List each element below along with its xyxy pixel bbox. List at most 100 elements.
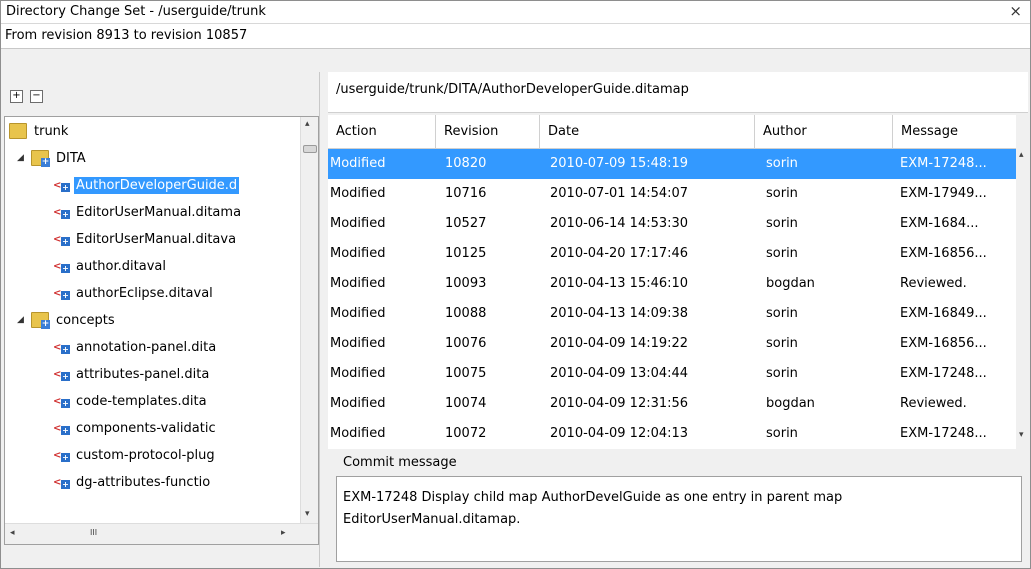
tree-item-label: custom-protocol-plug (76, 447, 215, 463)
cell-action: Modified (330, 156, 386, 171)
cell-action: Modified (330, 336, 386, 351)
column-date[interactable]: Date (540, 115, 755, 148)
table-scroll-down-icon[interactable]: ▾ (1019, 430, 1024, 440)
ditaval-icon: < + (53, 234, 70, 246)
cell-author: sorin (766, 156, 798, 171)
file-tree[interactable]: trunk ◢ + DITA < + AuthorDeveloperGuide.d < + Edi… (4, 116, 319, 545)
tree-item-label: components-validatic (76, 420, 216, 436)
cell-revision: 10076 (445, 336, 487, 351)
cell-message: Reviewed. (900, 396, 967, 411)
scroll-left-icon[interactable]: ◂ (10, 528, 15, 538)
cell-action: Modified (330, 186, 386, 201)
table-row[interactable]: Modified 10820 2010-07-09 15:48:19 sorin EXM… (328, 149, 1016, 179)
commit-message-box[interactable]: EXM-17248 Display child map AuthorDevelG… (336, 476, 1022, 562)
expand-all-icon[interactable]: + (10, 90, 23, 103)
cell-date: 2010-04-20 17:17:46 (550, 246, 689, 261)
tree-item[interactable]: < + attributes-panel.dita (53, 363, 211, 385)
cell-author: sorin (766, 306, 798, 321)
ditaval-icon: < + (53, 261, 70, 273)
dita-icon: < + (53, 342, 70, 354)
cell-action: Modified (330, 396, 386, 411)
table-row[interactable]: Modified 10075 2010-04-09 13:04:44 sorin EXM… (328, 359, 1016, 389)
pane-splitter[interactable] (319, 72, 325, 567)
tree-item[interactable]: < + EditorUserManual.ditama (53, 201, 243, 223)
scroll-down-icon[interactable]: ▾ (305, 509, 310, 519)
window-title: Directory Change Set - /userguide/trunk (6, 4, 266, 19)
tree-item-label: EditorUserManual.ditama (76, 204, 242, 220)
tree-item[interactable]: < + annotation-panel.dita (53, 336, 218, 358)
dita-icon: < + (53, 423, 70, 435)
cell-author: sorin (766, 186, 798, 201)
cell-message: EXM-16856... (900, 246, 987, 261)
tree-item[interactable]: < + dg-attributes-functio (53, 471, 212, 493)
table-row[interactable]: Modified 10093 2010-04-13 15:46:10 bogdan Re… (328, 269, 1016, 299)
table-row[interactable]: Modified 10125 2010-04-20 17:17:46 sorin EXM… (328, 239, 1016, 269)
tree-item-label: concepts (56, 312, 115, 328)
tree-item[interactable]: < + author.ditaval (53, 255, 168, 277)
tree-item-label: author.ditaval (76, 258, 166, 274)
title-bar: Directory Change Set - /userguide/trunk … (1, 1, 1030, 24)
revision-range-label: From revision 8913 to revision 10857 (5, 28, 248, 43)
tree-item[interactable]: < + AuthorDeveloperGuide.d (53, 174, 241, 196)
tree-item[interactable]: < + custom-protocol-plug (53, 444, 217, 466)
table-row[interactable]: Modified 10074 2010-04-09 12:31:56 bogdan Re… (328, 389, 1016, 419)
selected-path: /userguide/trunk/DITA/AuthorDeveloperGui… (336, 82, 689, 97)
tree-item[interactable]: ◢ + concepts (17, 309, 117, 331)
ditamap-icon: < + (53, 180, 70, 192)
cell-message: Reviewed. (900, 276, 967, 291)
column-action[interactable]: Action (328, 115, 436, 148)
tree-item[interactable]: < + authorEclipse.ditaval (53, 282, 215, 304)
tree-scroll-thumb[interactable] (303, 145, 317, 153)
table-header: Action Revision Date Author Message (328, 115, 1016, 149)
table-row[interactable]: Modified 10716 2010-07-01 14:54:07 sorin EXM… (328, 179, 1016, 209)
tree-item-label: DITA (56, 150, 86, 166)
folder-icon (9, 123, 27, 139)
dita-icon: < + (53, 369, 70, 381)
tree-item-label: EditorUserManual.ditava (76, 231, 237, 247)
path-bar: /userguide/trunk/DITA/AuthorDeveloperGui… (328, 72, 1028, 113)
tree-item[interactable]: < + code-templates.dita (53, 390, 209, 412)
tree-horizontal-scrollbar[interactable]: ◂ III ▸ (5, 523, 318, 544)
column-message[interactable]: Message (893, 115, 1016, 148)
cell-action: Modified (330, 276, 386, 291)
cell-revision: 10074 (445, 396, 487, 411)
folder-modified-icon: + (31, 150, 50, 167)
close-icon[interactable]: × (1009, 2, 1022, 20)
cell-revision: 10527 (445, 216, 487, 231)
cell-author: sorin (766, 216, 798, 231)
tree-item[interactable]: ◢ + DITA (17, 147, 88, 169)
table-row[interactable]: Modified 10088 2010-04-13 14:09:38 sorin EXM… (328, 299, 1016, 329)
table-row[interactable]: Modified 10076 2010-04-09 14:19:22 sorin EXM… (328, 329, 1016, 359)
expander-icon[interactable]: ◢ (17, 153, 24, 163)
table-scroll-up-icon[interactable]: ▴ (1019, 150, 1024, 160)
cell-date: 2010-04-09 12:31:56 (550, 396, 689, 411)
scroll-grip-icon[interactable]: III (90, 528, 97, 537)
cell-date: 2010-04-09 13:04:44 (550, 366, 689, 381)
cell-author: bogdan (766, 396, 815, 411)
column-revision[interactable]: Revision (436, 115, 540, 148)
dita-icon: < + (53, 396, 70, 408)
dita-icon: < + (53, 450, 70, 462)
tree-item[interactable]: < + components-validatic (53, 417, 218, 439)
expander-icon[interactable]: ◢ (17, 315, 24, 325)
commit-message-label: Commit message (343, 455, 457, 470)
cell-action: Modified (330, 426, 386, 441)
cell-author: bogdan (766, 276, 815, 291)
cell-author: sorin (766, 336, 798, 351)
tree-item[interactable]: trunk (9, 120, 70, 142)
table-row[interactable]: Modified 10527 2010-06-14 14:53:30 sorin EX… (328, 209, 1016, 239)
cell-message: EXM-17949... (900, 186, 987, 201)
cell-action: Modified (330, 306, 386, 321)
tree-item[interactable]: < + EditorUserManual.ditava (53, 228, 238, 250)
tree-vertical-scrollbar[interactable]: ▴ ▾ (300, 117, 318, 523)
revision-table[interactable]: Action Revision Date Author Message Modi… (328, 115, 1016, 449)
table-vertical-scrollbar[interactable]: ▴ ▾ (1016, 148, 1030, 446)
cell-revision: 10072 (445, 426, 487, 441)
scroll-right-icon[interactable]: ▸ (281, 528, 286, 538)
scroll-up-icon[interactable]: ▴ (305, 119, 310, 129)
column-author[interactable]: Author (755, 115, 893, 148)
table-row[interactable]: Modified 10072 2010-04-09 12:04:13 sorin EXM… (328, 419, 1016, 449)
collapse-all-icon[interactable]: − (30, 90, 43, 103)
tree-item-label: annotation-panel.dita (76, 339, 217, 355)
cell-action: Modified (330, 246, 386, 261)
